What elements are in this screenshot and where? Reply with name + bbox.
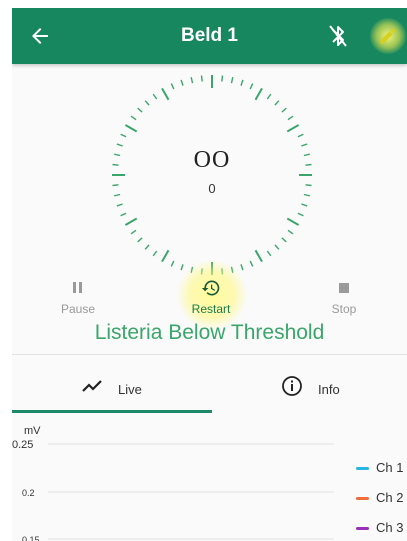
dial-tick xyxy=(254,249,263,263)
dial-tick xyxy=(266,250,272,257)
dial-tick xyxy=(287,229,294,235)
dial-tick xyxy=(170,260,175,267)
dial-tick xyxy=(301,143,308,147)
dial-tick xyxy=(281,107,287,113)
dial-tick xyxy=(124,124,138,133)
edit-button[interactable] xyxy=(370,18,406,54)
gauge-value: OO xyxy=(193,147,231,173)
dial-tick xyxy=(221,75,224,82)
legend-item: Ch 3 xyxy=(356,520,403,535)
active-tab-indicator xyxy=(12,410,212,413)
dial-tick xyxy=(130,229,137,235)
tab-live-label: Live xyxy=(118,382,142,397)
dial-tick xyxy=(152,250,158,257)
dial-tick xyxy=(286,217,300,226)
status-text: Listeria Below Threshold xyxy=(94,321,325,344)
legend-swatch xyxy=(356,527,369,531)
dial-tick xyxy=(130,115,137,121)
divider xyxy=(12,354,407,355)
pause-button[interactable]: Pause xyxy=(38,278,118,316)
legend-item: Ch 1 xyxy=(356,460,403,475)
dial-tick xyxy=(274,244,280,250)
tab-live[interactable]: Live xyxy=(80,372,210,412)
y-axis-label: mV xyxy=(24,425,41,437)
dial-tick xyxy=(144,100,150,106)
chart-plot: mV 0.25 0.2 0.15 xyxy=(12,425,334,541)
dial-tick xyxy=(116,203,123,207)
dial-tick xyxy=(301,203,308,207)
dial-tick xyxy=(152,93,158,100)
live-chart: mV 0.25 0.2 0.15 Ch 1 Ch 2 Ch 3 xyxy=(12,420,407,541)
dial-tick xyxy=(144,244,150,250)
restart-button[interactable]: Restart xyxy=(171,278,251,316)
gauge-subvalue: 0 xyxy=(208,181,216,196)
legend-swatch xyxy=(356,467,369,471)
info-circle-icon xyxy=(282,376,302,396)
legend-swatch xyxy=(356,497,369,501)
stop-icon xyxy=(339,283,349,293)
tab-info[interactable]: Info xyxy=(280,372,400,412)
dial-tick xyxy=(297,133,304,138)
dial-tick xyxy=(230,77,234,84)
y-tick-label: 0.2 xyxy=(22,488,35,498)
dial-tick xyxy=(249,260,254,267)
app-bar: Beld 1 xyxy=(12,8,407,64)
dial-tick xyxy=(120,133,127,138)
dial-tick xyxy=(161,249,170,263)
dial-tick xyxy=(297,212,304,217)
pause-icon xyxy=(73,282,82,293)
restart-label: Restart xyxy=(191,302,231,316)
y-tick-label: 0.25 xyxy=(12,439,33,451)
dial-tick xyxy=(240,264,244,271)
restart-history-icon xyxy=(201,280,220,296)
dial-tick xyxy=(180,264,184,271)
dial-tick xyxy=(286,124,300,133)
dial-tick xyxy=(190,77,194,84)
pause-label: Pause xyxy=(60,302,96,316)
dial-tick xyxy=(281,237,287,243)
dial-tick xyxy=(180,79,184,86)
legend-item: Ch 2 xyxy=(356,490,403,505)
tab-info-label: Info xyxy=(318,382,340,397)
legend-label: Ch 1 xyxy=(376,460,404,475)
legend-label: Ch 2 xyxy=(376,490,404,505)
dial-tick xyxy=(249,83,254,90)
dial-tick xyxy=(274,100,280,106)
dial-tick xyxy=(240,79,244,86)
dial-tick xyxy=(170,83,175,90)
dial-tick xyxy=(161,87,170,101)
stop-button[interactable]: Stop xyxy=(304,278,384,316)
dial-tick xyxy=(137,237,143,243)
app-screen: Beld 1 OO 0 Pause Restart Stop Listeria … xyxy=(12,8,407,541)
dial-tick xyxy=(137,107,143,113)
dial-tick xyxy=(124,217,138,226)
dial-tick xyxy=(120,212,127,217)
y-tick-label: 0.15 xyxy=(22,535,40,541)
trend-line-icon xyxy=(82,380,102,392)
gauge-dial xyxy=(112,75,312,275)
dial-tick xyxy=(116,143,123,147)
bluetooth-disabled-icon[interactable] xyxy=(326,23,350,49)
pencil-icon[interactable] xyxy=(378,26,398,46)
stop-label: Stop xyxy=(331,302,357,316)
dial-tick xyxy=(254,87,263,101)
dial-tick xyxy=(266,93,272,100)
dial-tick xyxy=(287,115,294,121)
legend-label: Ch 3 xyxy=(376,520,404,535)
dial-tick xyxy=(200,75,203,82)
